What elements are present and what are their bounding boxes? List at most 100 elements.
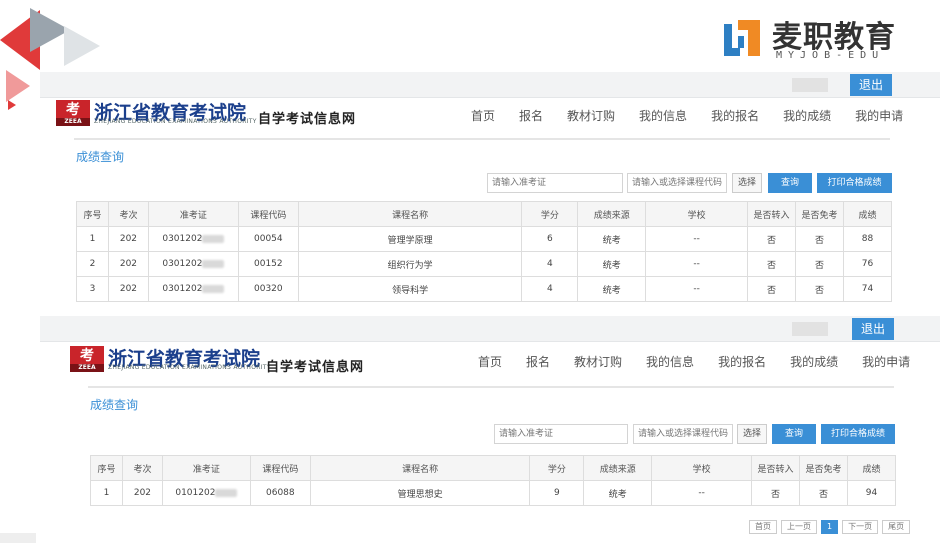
cell-session: 202 <box>107 251 149 277</box>
site-tagline: 自学考试信息网 <box>266 360 365 375</box>
cell-credit: 6 <box>521 226 579 252</box>
current-page-button[interactable]: 1 <box>821 520 839 534</box>
cell-session: 202 <box>121 480 163 506</box>
cell-exempt: 否 <box>795 226 844 252</box>
cell-school: -- <box>651 480 753 506</box>
site-logo: 考 ZEEA <box>56 100 90 126</box>
cell-exam-id: 0301202 <box>147 251 239 277</box>
cell-name: 管理学原理 <box>297 226 523 252</box>
table-header-row: 序号 考次 准考证 课程代码 课程名称 学分 成绩来源 学校 是否转入 是否免考… <box>76 201 893 227</box>
col-header: 成绩来源 <box>583 455 653 481</box>
nav-textbook-order[interactable]: 教材订购 <box>574 353 622 370</box>
nav-my-grades[interactable]: 我的成绩 <box>790 353 838 370</box>
cell-source: 统考 <box>577 226 647 252</box>
redacted-mask <box>202 259 225 268</box>
decor-triangle <box>64 26 100 66</box>
nav-textbook-order[interactable]: 教材订购 <box>567 107 615 124</box>
nav-home[interactable]: 首页 <box>478 353 502 370</box>
search-button[interactable]: 查询 <box>772 424 816 444</box>
section-title: 成绩查询 <box>76 150 125 164</box>
brand-logo-icon <box>724 20 760 56</box>
nav-my-registration[interactable]: 我的报名 <box>711 107 759 124</box>
cell-no: 1 <box>76 226 109 252</box>
cell-name: 管理思想史 <box>309 480 531 506</box>
cell-transfer: 否 <box>747 251 797 277</box>
cell-school: -- <box>645 251 749 277</box>
nav-my-registration[interactable]: 我的报名 <box>718 353 766 370</box>
col-header: 成绩 <box>842 201 893 227</box>
nav-my-applications[interactable]: 我的申请 <box>862 353 910 370</box>
cell-credit: 4 <box>521 276 579 302</box>
course-code-input[interactable]: 请输入或选择课程代码 <box>633 424 733 444</box>
col-header: 序号 <box>76 201 109 227</box>
cell-credit: 9 <box>529 480 585 506</box>
select-button[interactable]: 选择 <box>732 173 762 193</box>
nav-home[interactable]: 首页 <box>471 107 495 124</box>
col-header: 学分 <box>529 455 585 481</box>
divider <box>74 138 890 140</box>
cell-score: 88 <box>842 226 893 252</box>
logout-button[interactable]: 退出 <box>852 318 894 340</box>
nav-my-info[interactable]: 我的信息 <box>639 107 687 124</box>
exam-id-text: 0101202 <box>175 488 216 498</box>
nav-register[interactable]: 报名 <box>526 353 550 370</box>
exam-id-input[interactable]: 请输入准考证 <box>494 424 628 444</box>
table-row: 2 202 0301202 00152 组织行为学 4 统考 -- 否 否 76 <box>76 251 893 277</box>
search-button[interactable]: 查询 <box>768 173 812 193</box>
cell-credit: 4 <box>521 251 579 277</box>
cell-code: 00320 <box>237 276 299 302</box>
exam-id-input[interactable]: 请输入准考证 <box>487 173 623 193</box>
cell-session: 202 <box>107 276 149 302</box>
cell-exempt: 否 <box>799 480 848 506</box>
section-title: 成绩查询 <box>90 398 139 412</box>
brand-watermark: 麦职教育 MYJOB-EDU <box>720 12 920 62</box>
cell-code: 00054 <box>237 226 299 252</box>
divider <box>88 386 894 388</box>
table-row: 1 202 0301202 00054 管理学原理 6 统考 -- 否 否 88 <box>76 226 893 252</box>
next-page-button[interactable]: 下一页 <box>842 520 879 534</box>
user-name-redacted <box>792 322 828 336</box>
first-page-button[interactable]: 首页 <box>749 520 777 534</box>
exam-id-text: 0301202 <box>162 284 203 294</box>
site-subtitle: ZHEJIANG EDUCATION EXAMINATIONS AUTHORIT… <box>94 118 257 125</box>
col-header: 课程代码 <box>237 201 299 227</box>
cell-transfer: 否 <box>751 480 801 506</box>
main-nav: 首页 报名 教材订购 我的信息 我的报名 我的成绩 我的申请 <box>478 353 910 370</box>
nav-register[interactable]: 报名 <box>519 107 543 124</box>
nav-my-applications[interactable]: 我的申请 <box>855 107 903 124</box>
cell-code: 00152 <box>237 251 299 277</box>
user-name-redacted <box>792 78 828 92</box>
print-button[interactable]: 打印合格成绩 <box>821 424 895 444</box>
select-button[interactable]: 选择 <box>737 424 767 444</box>
print-button[interactable]: 打印合格成绩 <box>817 173 892 193</box>
cell-name: 领导科学 <box>297 276 523 302</box>
table-header-row: 序号 考次 准考证 课程代码 课程名称 学分 成绩来源 学校 是否转入 是否免考… <box>90 455 896 481</box>
cell-school: -- <box>645 276 749 302</box>
course-code-input[interactable]: 请输入或选择课程代码 <box>627 173 727 193</box>
cell-score: 94 <box>847 480 896 506</box>
redacted-mask <box>215 488 238 497</box>
cell-transfer: 否 <box>747 276 797 302</box>
col-header: 课程名称 <box>309 455 531 481</box>
cell-school: -- <box>645 226 749 252</box>
redacted-mask <box>202 284 225 293</box>
cell-exempt: 否 <box>795 276 844 302</box>
cell-no: 2 <box>76 251 109 277</box>
redacted-mask <box>202 234 225 243</box>
cell-code: 06088 <box>249 480 311 506</box>
top-bar: 退出 <box>40 72 940 98</box>
nav-my-grades[interactable]: 我的成绩 <box>783 107 831 124</box>
col-header: 课程代码 <box>249 455 311 481</box>
last-page-button[interactable]: 尾页 <box>882 520 911 534</box>
col-header: 课程名称 <box>297 201 523 227</box>
site-subtitle: ZHEJIANG EDUCATION EXAMINATIONS AUTHORIT… <box>108 364 271 371</box>
cell-name: 组织行为学 <box>297 251 523 277</box>
prev-page-button[interactable]: 上一页 <box>781 520 817 534</box>
col-header: 学校 <box>645 201 749 227</box>
cell-exam-id: 0301202 <box>147 226 239 252</box>
logout-button[interactable]: 退出 <box>850 74 892 96</box>
nav-my-info[interactable]: 我的信息 <box>646 353 694 370</box>
site-logo-small: ZEEA <box>56 118 90 126</box>
cell-transfer: 否 <box>747 226 797 252</box>
pagination: 首页 上一页 1 下一页 尾页 <box>749 520 914 534</box>
